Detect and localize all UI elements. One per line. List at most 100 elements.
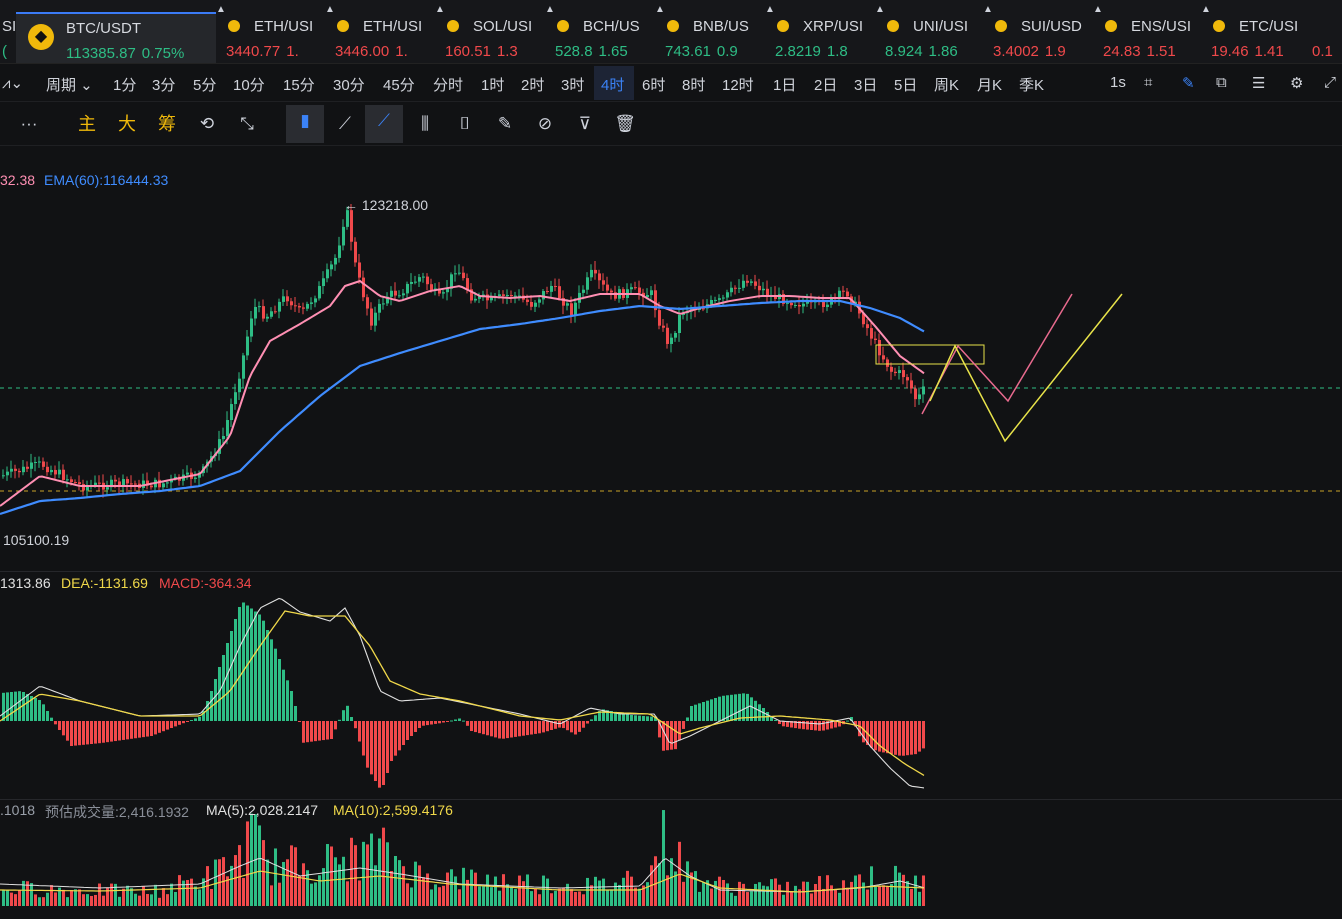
candle-body [458, 272, 461, 274]
macd-bar [390, 721, 393, 761]
replay-icon[interactable]: ⟲ [190, 108, 224, 140]
btc-coin-icon: ◆ [28, 24, 54, 50]
ticker-item[interactable]: ▲ UNI/USI 8.924 1.86 [875, 4, 983, 63]
pencil-icon[interactable]: ✎ [1182, 74, 1195, 92]
ticker-item[interactable]: ▲ ETH/USI 3440.77 1. [216, 4, 324, 63]
interval-10[interactable]: 3时 [561, 74, 584, 95]
interval-11[interactable]: 4时 [601, 74, 624, 95]
macd-bar [82, 721, 85, 745]
chart-area[interactable]: 32.38 EMA(60):116444.33 ← 123218.00 1051… [0, 146, 1342, 919]
candle-body [338, 245, 341, 258]
interval-16[interactable]: 2日 [814, 74, 837, 95]
macd-bar [62, 721, 65, 736]
realtime-toggle[interactable]: 1s [1110, 74, 1126, 91]
volume-bar [146, 894, 149, 906]
ticker-item[interactable]: ◆ BTC/USDT 113385.87 0.75% [16, 12, 216, 63]
wave-icon[interactable]: ⩘⌄ [2, 74, 23, 92]
ticker-item[interactable]: ▲ ENS/USI 24.83 1.51 [1093, 4, 1201, 63]
candle-body [730, 287, 733, 293]
macd-bar [538, 721, 541, 734]
filter-icon[interactable]: ⊽ [568, 108, 602, 140]
ticker-item[interactable]: ▲ BNB/US 743.61 0.9 [655, 4, 763, 63]
ticker-values: 3440.77 1. [226, 43, 299, 60]
macd-bar [518, 721, 521, 737]
settings-icon[interactable]: ⚙ [1290, 74, 1303, 92]
volume-bar [366, 844, 369, 906]
interval-9[interactable]: 2时 [521, 74, 544, 95]
interval-3[interactable]: 10分 [233, 74, 265, 95]
volume-bar [154, 884, 157, 906]
ticker-item[interactable]: ▲ ETC/USI 19.46 1.41 [1201, 4, 1309, 63]
volume-bar [162, 888, 165, 906]
more-menu[interactable]: ··· [12, 108, 46, 140]
macd-bar [138, 721, 141, 738]
candle-body [318, 286, 321, 299]
trash-icon[interactable]: 🗑 [608, 108, 642, 140]
volume-bar [414, 861, 417, 906]
ticker-item[interactable]: ▲ SUI/USD 3.4002 1.9 [983, 4, 1091, 63]
volume-bar [438, 887, 441, 906]
interval-12[interactable]: 6时 [642, 74, 665, 95]
fullscreen-icon[interactable]: ⤢ [1324, 74, 1336, 91]
macd-bar [290, 691, 293, 721]
pin-icon: ▲ [216, 4, 226, 15]
candle-body [246, 336, 249, 356]
ticker-item[interactable]: ▲ SOL/USI 160.51 1.3 [435, 4, 543, 63]
ticker-item[interactable]: ▲ ETH/USI 3446.00 1. [325, 4, 433, 63]
macd-bar [874, 721, 877, 751]
candle-body [22, 466, 25, 473]
chart-canvas[interactable] [0, 146, 1342, 919]
ticker-item[interactable]: ▲ XRP/USI 2.8219 1.8 [765, 4, 873, 63]
macd-bar [178, 721, 181, 725]
note-icon[interactable]: ✎ [488, 108, 522, 140]
volume-bar [122, 888, 125, 906]
interval-13[interactable]: 8时 [682, 74, 705, 95]
list-icon[interactable]: ☰ [1252, 74, 1265, 92]
volume-bar [346, 881, 349, 906]
ticker-price: 24.83 [1103, 43, 1141, 60]
camera-icon[interactable]: ⌗ [1144, 74, 1152, 91]
interval-4[interactable]: 15分 [283, 74, 315, 95]
interval-2[interactable]: 5分 [193, 74, 216, 95]
interval-21[interactable]: 季K [1019, 74, 1044, 95]
big-order-button[interactable]: 大 [110, 108, 144, 140]
magnet-icon[interactable]: ⊘ [528, 108, 562, 140]
chip-distribution-button[interactable]: 筹 [150, 108, 184, 140]
indicator-edit-icon[interactable]: ⤡ [230, 108, 264, 140]
macd-bar [890, 721, 893, 754]
macd-bar [494, 721, 497, 738]
period-dropdown[interactable]: 周期 ⌄ [46, 74, 93, 95]
ticker-item[interactable]: 0.1 [1310, 8, 1342, 63]
macd-bar [810, 721, 813, 730]
interval-1[interactable]: 3分 [152, 74, 175, 95]
candles-icon[interactable]: ⫼ [408, 108, 442, 140]
main-indicator-button[interactable]: 主 [70, 108, 104, 140]
bookmark-icon[interactable]: ▮ [286, 105, 324, 143]
interval-8[interactable]: 1时 [481, 74, 504, 95]
candle-body [598, 273, 601, 281]
trendline-icon[interactable]: ⟋ [365, 105, 403, 143]
macd-bar [522, 721, 525, 736]
interval-18[interactable]: 5日 [894, 74, 917, 95]
candle-body [758, 285, 761, 291]
interval-7[interactable]: 分时 [433, 74, 463, 95]
interval-5[interactable]: 30分 [333, 74, 365, 95]
macd-bar [630, 715, 633, 721]
interval-19[interactable]: 周K [934, 74, 959, 95]
interval-20[interactable]: 月K [977, 74, 1002, 95]
interval-14[interactable]: 12时 [722, 74, 754, 95]
ruler-icon[interactable]: ⟋ [328, 108, 362, 140]
interval-6[interactable]: 45分 [383, 74, 415, 95]
low-price-label: 105100.19 [3, 532, 70, 548]
volume-bar [90, 895, 93, 906]
bracket-icon[interactable]: ⌷ [448, 108, 482, 140]
interval-17[interactable]: 3日 [854, 74, 877, 95]
popout-icon[interactable]: ⧉ [1216, 74, 1227, 91]
interval-15[interactable]: 1日 [773, 74, 796, 95]
candle-body [114, 479, 117, 482]
ticker-item[interactable]: ▲ BCH/US 528.8 1.65 [545, 4, 653, 63]
interval-0[interactable]: 1分 [113, 74, 136, 95]
volume-bar [738, 881, 741, 906]
macd-bar [714, 698, 717, 721]
volume-bar [18, 890, 21, 906]
